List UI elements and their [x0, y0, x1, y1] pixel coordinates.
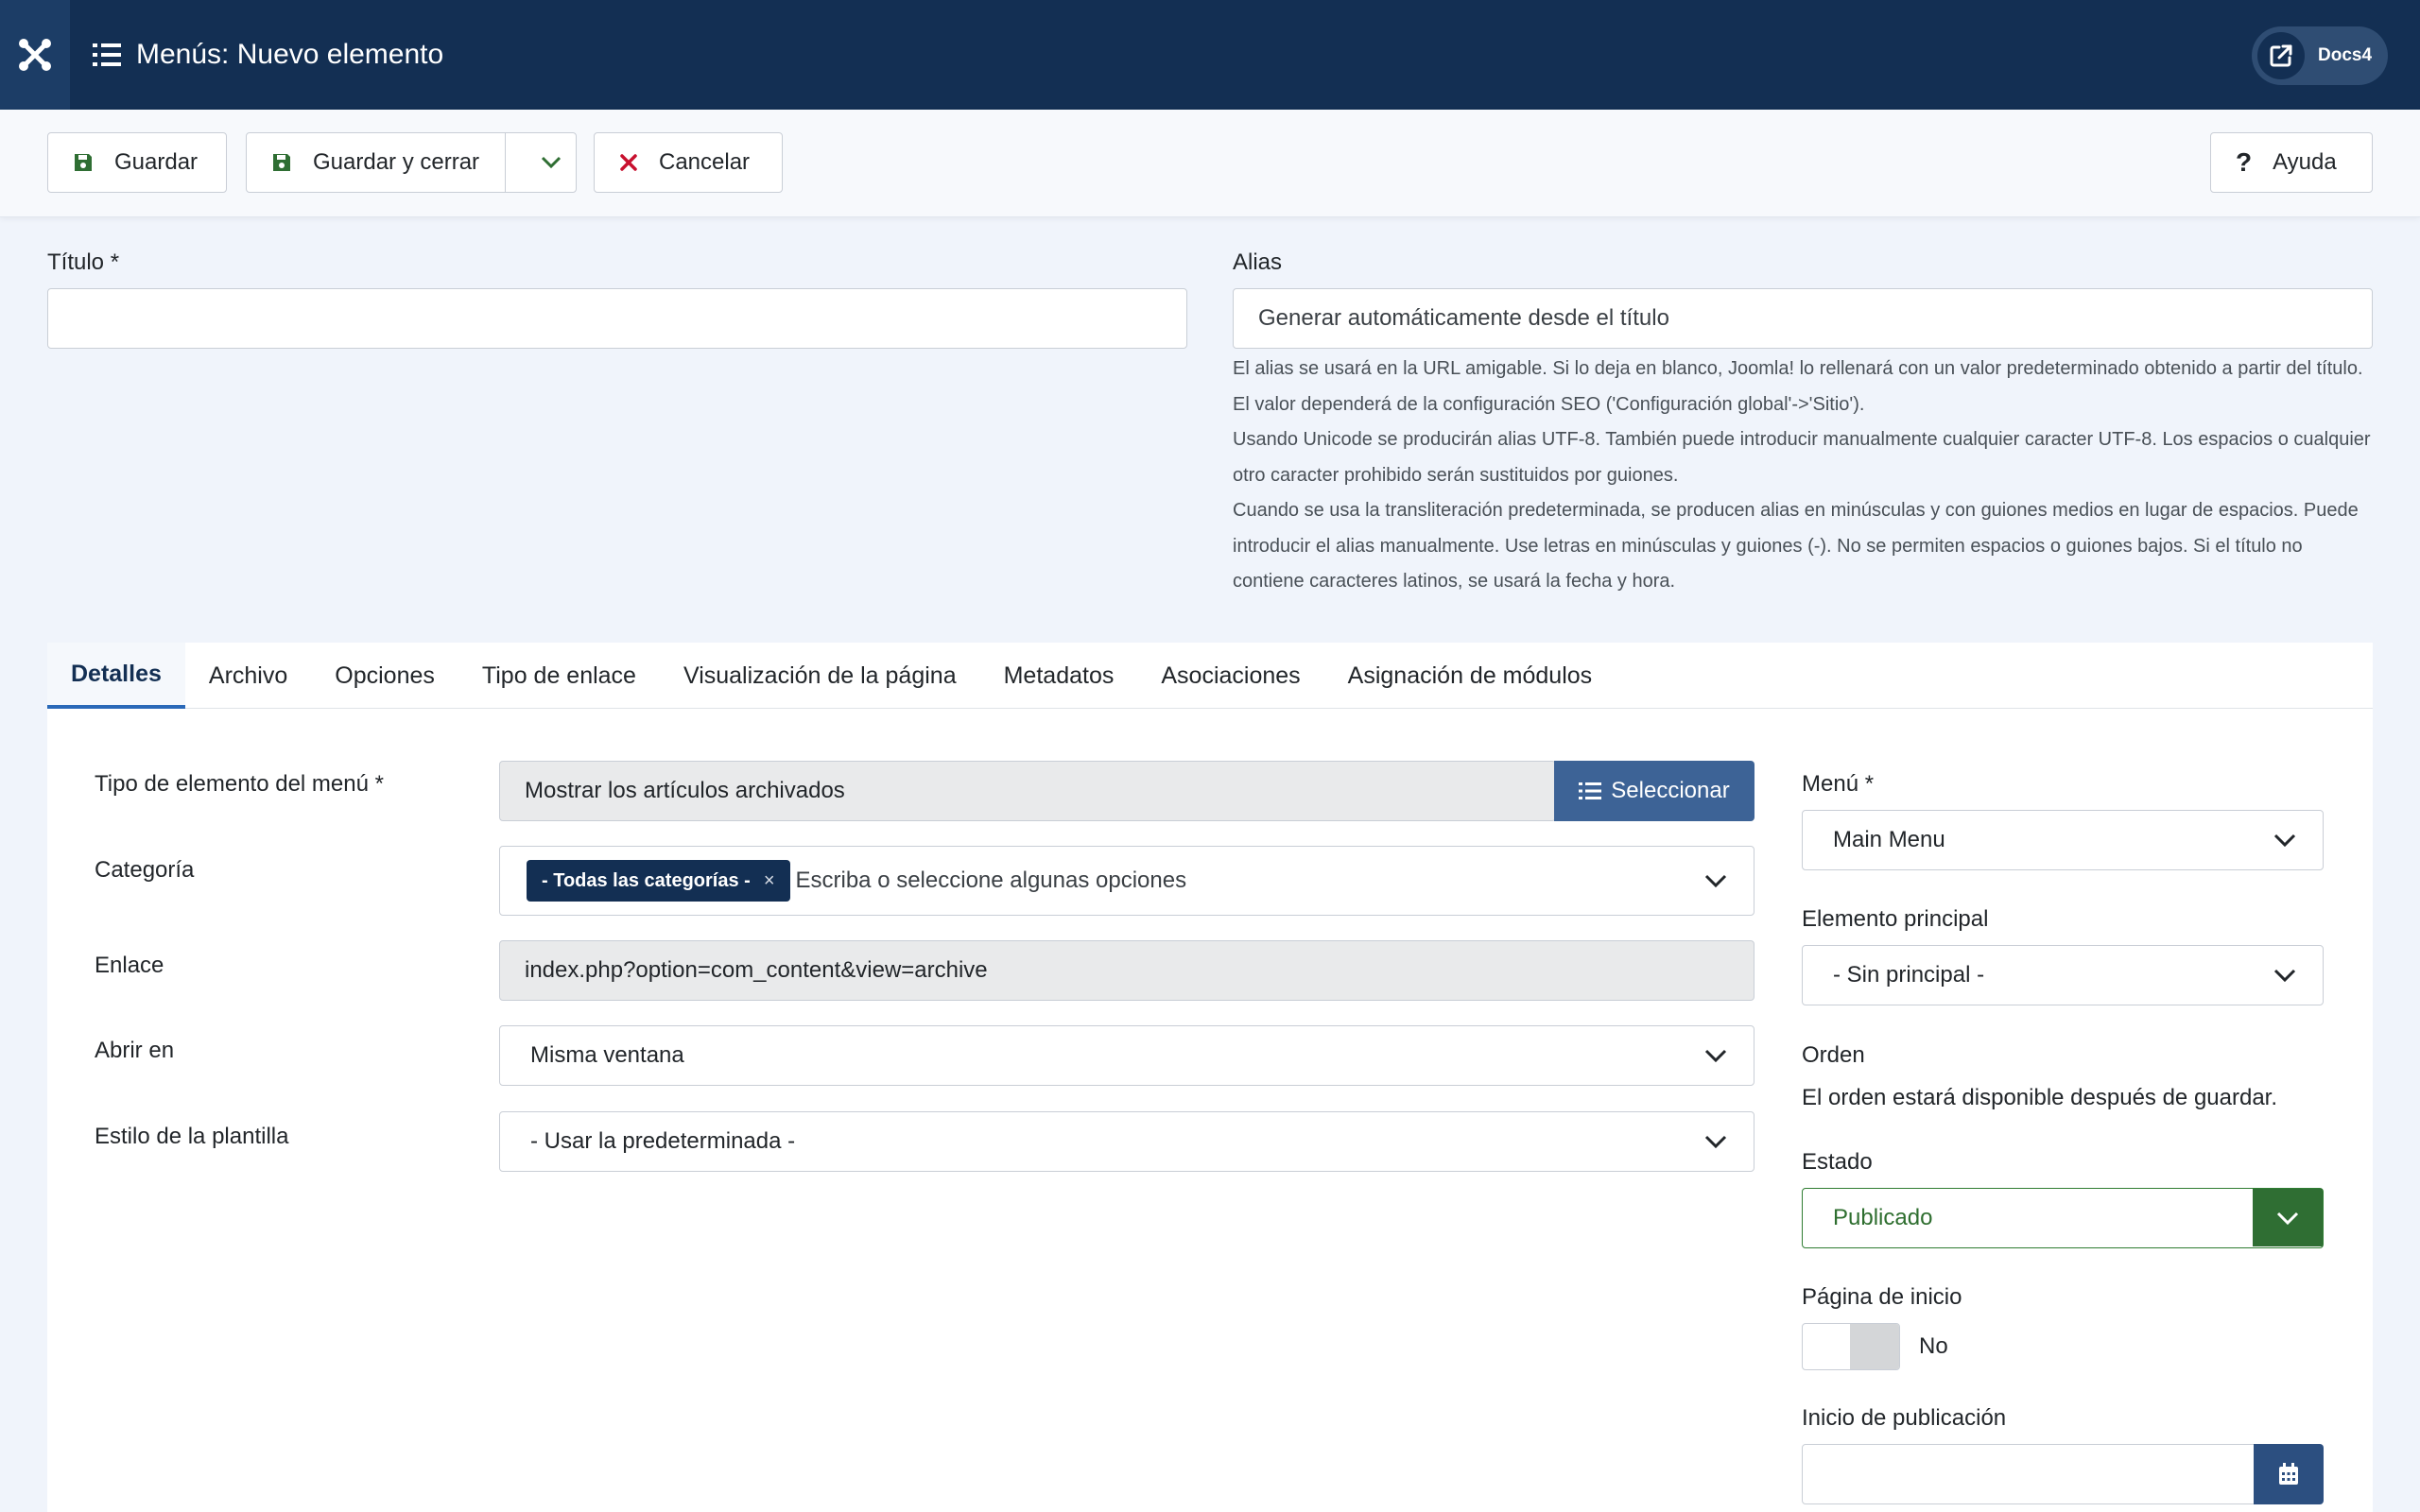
save-close-button[interactable]: Guardar y cerrar [247, 133, 506, 192]
tab-module-assignment[interactable]: Asignación de módulos [1324, 643, 1616, 709]
title-input[interactable] [47, 288, 1187, 349]
menu-label: Menú * [1802, 771, 1875, 797]
category-tag-label: - Todas las categorías - [542, 869, 751, 891]
chevron-down-icon [1704, 874, 1727, 887]
save-button[interactable]: Guardar [47, 132, 227, 193]
order-label: Orden [1802, 1042, 1865, 1068]
alias-help-text: El alias se usará en la URL amigable. Si… [1233, 352, 2377, 600]
order-info-text: El orden estará disponible después de gu… [1802, 1085, 2278, 1110]
chevron-down-icon [2276, 1211, 2299, 1225]
open-in-label: Abrir en [95, 1038, 175, 1063]
home-page-switch[interactable] [1802, 1323, 1900, 1370]
select-menu-item-type-button[interactable]: Seleccionar [1554, 761, 1754, 821]
list-icon [1579, 782, 1602, 799]
close-icon [620, 154, 637, 171]
docs-label: Docs4 [2318, 45, 2373, 65]
cancel-button[interactable]: Cancelar [594, 132, 783, 193]
tab-metadata[interactable]: Metadatos [980, 643, 1138, 709]
tab-page-display[interactable]: Visualización de la página [660, 643, 980, 709]
switch-knob [1850, 1324, 1899, 1369]
status-label: Estado [1802, 1149, 1873, 1175]
chevron-down-icon [541, 156, 562, 169]
help-button[interactable]: ? Ayuda [2210, 132, 2373, 193]
home-page-label: Página de inicio [1802, 1284, 1962, 1310]
question-icon: ? [2236, 147, 2253, 177]
menu-item-type-field: Mostrar los artículos archivados [499, 761, 1556, 821]
floppy-disk-icon [273, 154, 290, 171]
external-link-icon [2257, 32, 2305, 79]
status-select[interactable]: Publicado [1802, 1188, 2324, 1248]
template-style-value: - Usar la predeterminada - [530, 1128, 796, 1154]
tab-link-type[interactable]: Tipo de enlace [458, 643, 660, 709]
chevron-down-icon [2273, 969, 2296, 982]
toolbar: Guardar Guardar y cerrar Cancelar ? Ayud… [0, 110, 2420, 217]
tab-archive[interactable]: Archivo [185, 643, 311, 709]
category-label: Categoría [95, 857, 195, 883]
chevron-down-icon [1704, 1135, 1727, 1148]
tab-options[interactable]: Opciones [311, 643, 458, 709]
link-label: Enlace [95, 953, 164, 978]
menu-value: Main Menu [1833, 827, 1945, 852]
publish-start-label: Inicio de publicación [1802, 1405, 2007, 1431]
template-style-select[interactable]: - Usar la predeterminada - [499, 1111, 1754, 1172]
parent-item-label: Elemento principal [1802, 906, 1989, 932]
menu-item-type-value: Mostrar los artículos archivados [525, 778, 845, 803]
publish-start-input[interactable] [1802, 1444, 2256, 1504]
menu-item-type-label: Tipo de elemento del menú * [95, 771, 384, 797]
alias-input[interactable]: Generar automáticamente desde el título [1233, 288, 2373, 349]
save-close-group: Guardar y cerrar [246, 132, 577, 193]
status-dropdown-toggle[interactable] [2253, 1189, 2323, 1246]
header-bar: Menús: Nuevo elemento Docs4 [0, 0, 2420, 110]
alias-placeholder: Generar automáticamente desde el título [1258, 305, 1669, 331]
category-multiselect[interactable]: - Todas las categorías - × Escriba o sel… [499, 846, 1754, 916]
parent-item-select[interactable]: - Sin principal - [1802, 945, 2324, 1005]
link-field: index.php?option=com_content&view=archiv… [499, 940, 1754, 1001]
open-in-value: Misma ventana [530, 1042, 684, 1068]
alias-help-paragraph: El alias se usará en la URL amigable. Si… [1233, 358, 2363, 415]
tab-bar: Detalles Archivo Opciones Tipo de enlace… [47, 643, 2373, 709]
chevron-down-icon [2273, 833, 2296, 847]
remove-tag-icon[interactable]: × [764, 870, 775, 892]
tab-associations[interactable]: Asociaciones [1137, 643, 1323, 709]
calendar-button[interactable] [2254, 1444, 2324, 1504]
help-label: Ayuda [2273, 149, 2337, 175]
home-page-value: No [1919, 1333, 1948, 1359]
save-options-dropdown-button[interactable] [527, 133, 576, 192]
open-in-select[interactable]: Misma ventana [499, 1025, 1754, 1086]
category-placeholder: Escriba o seleccione algunas opciones [795, 868, 1187, 893]
title-label: Título * [47, 249, 120, 275]
list-icon [93, 43, 121, 66]
chevron-down-icon [1704, 1049, 1727, 1062]
menu-select[interactable]: Main Menu [1802, 810, 2324, 870]
template-style-label: Estilo de la plantilla [95, 1124, 289, 1149]
cancel-label: Cancelar [659, 149, 751, 175]
page-title: Menús: Nuevo elemento [136, 39, 444, 70]
link-value: index.php?option=com_content&view=archiv… [525, 957, 988, 983]
floppy-disk-icon [75, 154, 92, 171]
category-tag: - Todas las categorías - × [527, 860, 790, 902]
alias-help-paragraph: Cuando se usa la transliteración predete… [1233, 500, 2359, 592]
status-value: Publicado [1833, 1205, 1933, 1230]
select-label: Seleccionar [1611, 778, 1730, 803]
parent-item-value: - Sin principal - [1833, 962, 1985, 988]
alias-label: Alias [1233, 249, 1283, 275]
calendar-icon [2279, 1463, 2298, 1485]
save-label: Guardar [114, 149, 199, 175]
page-title-group: Menús: Nuevo elemento [93, 0, 443, 110]
save-close-label: Guardar y cerrar [313, 149, 480, 175]
joomla-icon [19, 39, 51, 71]
alias-help-paragraph: Usando Unicode se producirán alias UTF-8… [1233, 429, 2371, 486]
docs-link-button[interactable]: Docs4 [2252, 26, 2388, 85]
joomla-logo-button[interactable] [0, 0, 70, 110]
tab-details[interactable]: Detalles [47, 643, 185, 709]
